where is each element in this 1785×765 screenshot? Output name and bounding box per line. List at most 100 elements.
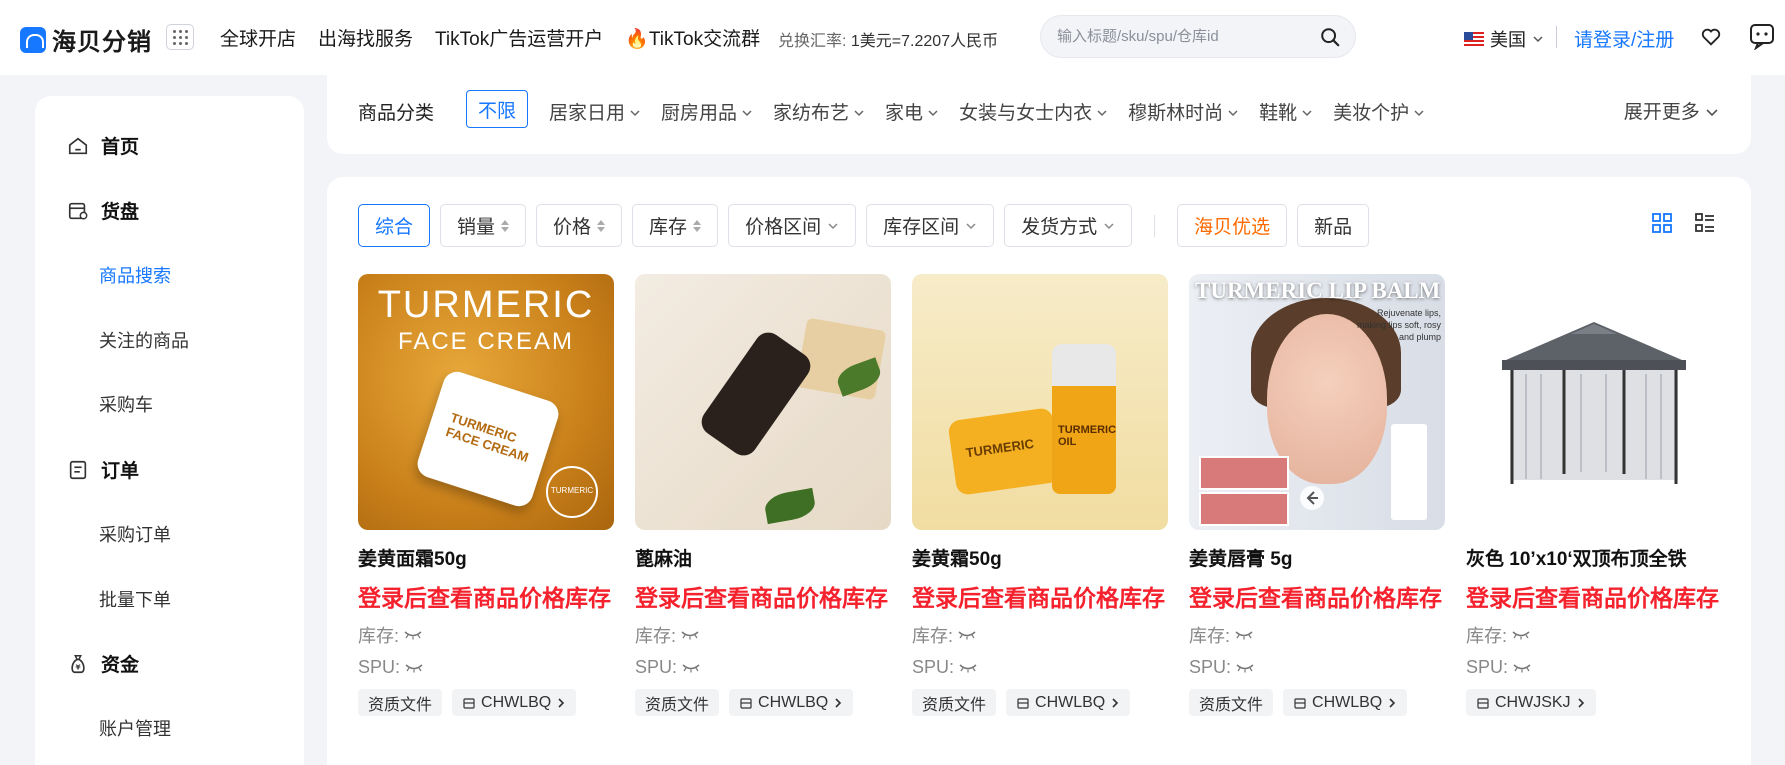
- product-card[interactable]: 灰色 10’x10‘双顶布顶全铁 登录后查看商品价格库存 库存: SPU: CH…: [1466, 274, 1722, 716]
- nav-item-global-store[interactable]: 全球开店: [220, 24, 296, 51]
- category-item[interactable]: 鞋靴: [1259, 98, 1313, 125]
- category-all-button[interactable]: 不限: [466, 90, 528, 128]
- heart-icon[interactable]: [1700, 26, 1722, 48]
- qualification-docs-tag[interactable]: 资质文件: [912, 689, 997, 716]
- store-icon: [1294, 697, 1306, 709]
- product-image[interactable]: [1466, 274, 1722, 530]
- gazebo-illustration: [1502, 322, 1686, 484]
- product-title[interactable]: 灰色 10’x10‘双顶布顶全铁: [1466, 544, 1722, 571]
- product-card[interactable]: TURMERIC TURMERIC OIL 姜黄霜50g 登录后查看商品价格库存…: [912, 274, 1168, 716]
- supplier-tag[interactable]: CHWJSKJ: [1466, 689, 1596, 716]
- chat-icon[interactable]: [1748, 22, 1776, 50]
- qualification-docs-tag[interactable]: 资质文件: [635, 689, 720, 716]
- top-nav: 全球开店 出海找服务 TikTok广告运营开户 🔥TikTok交流群: [220, 24, 760, 51]
- product-image[interactable]: [635, 274, 891, 530]
- login-register-link[interactable]: 请登录/注册: [1574, 25, 1674, 52]
- sort-price-button[interactable]: 价格: [536, 204, 623, 247]
- qualification-docs-tag[interactable]: 资质文件: [358, 689, 443, 716]
- sidebar-item-purchase-cart[interactable]: 采购车: [99, 391, 153, 417]
- category-item[interactable]: 家纺布艺: [773, 98, 865, 125]
- category-item[interactable]: 美妆个护: [1333, 98, 1425, 125]
- product-image[interactable]: TURMERIC FACE CREAM TURMERIC FACE CREAM …: [358, 274, 614, 530]
- sidebar-item-orders[interactable]: 订单: [67, 456, 139, 483]
- sidebar-item-label: 关注的商品: [99, 331, 189, 351]
- product-title[interactable]: 蓖麻油: [635, 544, 891, 571]
- sort-comprehensive-button[interactable]: 综合: [358, 204, 431, 247]
- money-bag-icon: ¥: [71, 654, 85, 673]
- shipping-method-dropdown[interactable]: 发货方式: [1004, 204, 1133, 247]
- arrow-left-icon[interactable]: [1299, 485, 1325, 511]
- product-image[interactable]: TURMERIC LIP BALM Rejuvenate lips, makin…: [1189, 274, 1445, 530]
- search-icon[interactable]: [1319, 26, 1341, 48]
- new-products-filter-button[interactable]: 新品: [1297, 204, 1370, 247]
- qualification-docs-tag[interactable]: 资质文件: [1189, 689, 1274, 716]
- brand-seal: TURMERIC: [546, 466, 598, 518]
- product-price-login-prompt[interactable]: 登录后查看商品价格库存: [1189, 581, 1445, 615]
- sidebar-item-goods[interactable]: 货盘: [67, 197, 139, 224]
- sort-arrows-icon: [501, 219, 510, 232]
- store-icon: [1477, 697, 1489, 709]
- product-price-login-prompt[interactable]: 登录后查看商品价格库存: [358, 581, 614, 615]
- apps-grid-icon[interactable]: [166, 24, 194, 50]
- chevron-down-icon: [928, 110, 938, 117]
- sidebar-item-label: 账户管理: [99, 719, 171, 739]
- product-card[interactable]: TURMERIC LIP BALM Rejuvenate lips, makin…: [1189, 274, 1445, 716]
- product-stock: 库存:: [635, 621, 891, 648]
- eye-closed-icon: [682, 663, 700, 672]
- supplier-tag[interactable]: CHWLBQ: [1283, 689, 1408, 716]
- product-title[interactable]: 姜黄面霜50g: [358, 544, 614, 571]
- list-view-icon[interactable]: [1694, 212, 1716, 234]
- logo[interactable]: 海贝分销: [20, 22, 152, 57]
- order-icon: [69, 460, 87, 479]
- sort-arrows-icon: [597, 219, 606, 232]
- product-title[interactable]: 姜黄唇膏 5g: [1189, 544, 1445, 571]
- home-icon: [68, 137, 88, 154]
- price-range-dropdown[interactable]: 价格区间: [728, 204, 857, 247]
- country-label: 美国: [1490, 30, 1526, 50]
- stock-range-dropdown[interactable]: 库存区间: [866, 204, 995, 247]
- search-input[interactable]: [1057, 28, 1307, 45]
- sidebar-item-account-management[interactable]: 账户管理: [99, 715, 171, 741]
- grid-view-icon[interactable]: [1651, 212, 1673, 234]
- supplier-tag[interactable]: CHWLBQ: [729, 689, 854, 716]
- product-price-login-prompt[interactable]: 登录后查看商品价格库存: [635, 581, 891, 615]
- category-item[interactable]: 居家日用: [549, 98, 641, 125]
- category-item[interactable]: 家电: [885, 98, 939, 125]
- product-grid: TURMERIC FACE CREAM TURMERIC FACE CREAM …: [358, 274, 1722, 716]
- supplier-tag[interactable]: CHWLBQ: [1006, 689, 1131, 716]
- product-spu: SPU:: [635, 654, 891, 681]
- category-item[interactable]: 厨房用品: [661, 98, 753, 125]
- sidebar-item-bulk-order[interactable]: 批量下单: [99, 586, 171, 612]
- product-spu: SPU:: [1466, 654, 1722, 681]
- sidebar-item-home[interactable]: 首页: [67, 132, 139, 159]
- expand-more-button[interactable]: 展开更多: [1624, 97, 1719, 124]
- product-tags: 资质文件 CHWLBQ: [635, 689, 891, 716]
- sidebar-item-followed-products[interactable]: 关注的商品: [99, 327, 189, 353]
- product-card[interactable]: TURMERIC FACE CREAM TURMERIC FACE CREAM …: [358, 274, 614, 716]
- nav-item-tiktok-group[interactable]: 🔥TikTok交流群: [625, 24, 760, 51]
- country-selector[interactable]: 美国: [1464, 26, 1544, 52]
- store-icon: [740, 697, 752, 709]
- product-title[interactable]: 姜黄霜50g: [912, 544, 1168, 571]
- chevron-right-icon: [835, 697, 842, 708]
- product-card[interactable]: 蓖麻油 登录后查看商品价格库存 库存: SPU: 资质文件 CHWLBQ: [635, 274, 891, 716]
- sidebar-item-label: 采购车: [99, 395, 153, 415]
- sort-stock-button[interactable]: 库存: [632, 204, 719, 247]
- sidebar-item-funds[interactable]: ¥ 资金: [67, 650, 139, 677]
- product-image[interactable]: TURMERIC TURMERIC OIL: [912, 274, 1168, 530]
- sort-sales-button[interactable]: 销量: [440, 204, 527, 247]
- nav-item-overseas-service[interactable]: 出海找服务: [318, 24, 413, 51]
- supplier-tag[interactable]: CHWLBQ: [452, 689, 577, 716]
- nav-item-tiktok-ads[interactable]: TikTok广告运营开户: [435, 24, 603, 51]
- sidebar-item-product-search[interactable]: 商品搜索: [99, 262, 171, 288]
- sidebar-item-purchase-orders[interactable]: 采购订单: [99, 521, 171, 547]
- category-item[interactable]: 女装与女士内衣: [959, 98, 1108, 125]
- featured-filter-button[interactable]: 海贝优选: [1177, 204, 1288, 247]
- product-price-login-prompt[interactable]: 登录后查看商品价格库存: [1466, 581, 1722, 615]
- sidebar-item-label: 首页: [101, 137, 140, 158]
- sidebar-item-label: 采购订单: [99, 525, 171, 545]
- product-stock: 库存:: [358, 621, 614, 648]
- product-price-login-prompt[interactable]: 登录后查看商品价格库存: [912, 581, 1168, 615]
- category-item[interactable]: 穆斯林时尚: [1128, 98, 1239, 125]
- product-stock: 库存:: [1189, 621, 1445, 648]
